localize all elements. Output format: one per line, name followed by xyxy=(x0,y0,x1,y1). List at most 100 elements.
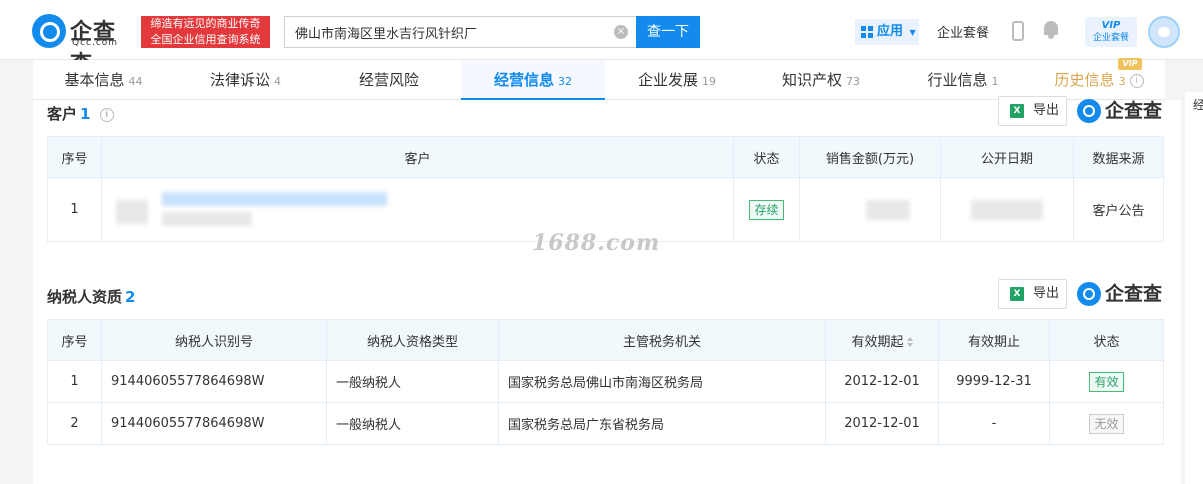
col-header: 纳税人识别号 xyxy=(101,319,327,361)
vip-tag: VIP xyxy=(1118,58,1142,70)
taxpayer-title: 纳税人资质 2 xyxy=(47,286,135,307)
search-button[interactable]: 查一下 xyxy=(636,16,700,48)
app-button-label: 应用 xyxy=(877,24,904,39)
search-input[interactable] xyxy=(285,17,605,47)
watermark: 1688.com xyxy=(532,230,661,256)
info-icon[interactable]: i xyxy=(99,107,114,122)
col-header: 有效期止 xyxy=(938,319,1050,361)
user-avatar[interactable] xyxy=(1148,16,1180,48)
tab-label: 行业信息 xyxy=(927,71,988,89)
tab-count: 4 xyxy=(274,75,281,88)
valid-from-cell: 2012-12-01 xyxy=(825,402,939,445)
tab-label: 企业发展 xyxy=(637,71,698,89)
tab-development[interactable]: 企业发展 19 xyxy=(605,60,749,100)
qcc-logo[interactable]: 企查查 Qcc.com xyxy=(32,14,136,77)
export-button[interactable]: X 导出 xyxy=(998,279,1067,309)
section-title-text: 客户 xyxy=(47,105,78,123)
tax-id-cell: 91440605577864698W xyxy=(101,360,327,403)
tab-business-info[interactable]: 经营信息 32 xyxy=(461,60,605,100)
valid-from-cell: 2012-12-01 xyxy=(825,360,939,403)
mobile-icon[interactable] xyxy=(1012,21,1024,41)
excel-icon: X xyxy=(1010,287,1024,301)
amount-cell xyxy=(799,177,941,242)
vip-badge-sub: 企业套餐 xyxy=(1092,33,1129,43)
table-header-row: 序号 客户 状态 销售金额(万元) 公开日期 数据来源 xyxy=(47,136,1164,178)
tab-count: 44 xyxy=(128,75,143,88)
tab-basic-info[interactable]: 基本信息 44 xyxy=(33,60,174,100)
col-header: 序号 xyxy=(47,136,102,178)
status-cell: 无效 xyxy=(1049,402,1164,445)
tab-count: 3 xyxy=(1118,75,1126,88)
qcc-brand: 企查查 xyxy=(1077,98,1165,124)
date-cell xyxy=(940,177,1074,242)
chevron-down-icon: ▼ xyxy=(909,28,916,37)
qcc-logo-icon xyxy=(1077,99,1101,123)
col-header: 销售金额(万元) xyxy=(799,136,941,178)
vip-badge-label: VIP xyxy=(1101,20,1121,31)
info-icon[interactable]: i xyxy=(1129,73,1144,88)
tab-ip[interactable]: 知识产权 73 xyxy=(749,60,893,100)
table-header-row: 序号 纳税人识别号 纳税人资格类型 主管税务机关 有效期起 有效期止 状态 xyxy=(47,319,1164,361)
export-button[interactable]: X 导出 xyxy=(998,96,1067,126)
taxpayer-table: 序号 纳税人识别号 纳税人资格类型 主管税务机关 有效期起 有效期止 状态 1 … xyxy=(47,319,1164,445)
row-index: 1 xyxy=(47,177,102,242)
tab-history[interactable]: 历史信息 3 i xyxy=(1033,60,1165,100)
tab-industry[interactable]: 行业信息 1 xyxy=(893,60,1033,100)
enterprise-suite-link[interactable]: 企业套餐 xyxy=(937,22,989,41)
sort-icon[interactable] xyxy=(906,337,913,347)
slogan-line-1: 缔造有远见的商业传奇 xyxy=(150,17,261,30)
status-cell: 有效 xyxy=(1049,360,1164,403)
section-title-text: 纳税人资质 xyxy=(47,288,123,306)
amount-redacted xyxy=(866,199,910,220)
status-badge: 无效 xyxy=(1089,413,1124,434)
export-label: 导出 xyxy=(1033,103,1060,118)
status-badge: 存续 xyxy=(749,199,784,220)
date-redacted xyxy=(971,199,1043,220)
app-menu-button[interactable]: 应用 ▼ xyxy=(855,19,919,45)
customer-tag-redacted xyxy=(162,212,252,226)
col-header-label: 有效期起 xyxy=(851,334,904,350)
apps-grid-icon xyxy=(861,26,873,38)
right-side-nav: 经 xyxy=(1185,92,1203,484)
tab-count: 1 xyxy=(991,75,999,88)
vip-suite-button[interactable]: VIP 企业套餐 xyxy=(1085,17,1137,47)
bell-icon[interactable] xyxy=(1043,21,1059,39)
col-header: 数据来源 xyxy=(1073,136,1164,178)
col-header: 客户 xyxy=(101,136,734,178)
tab-legal[interactable]: 法律诉讼 4 xyxy=(174,60,317,100)
source-cell: 客户公告 xyxy=(1073,177,1164,242)
clear-icon[interactable]: × xyxy=(614,25,628,39)
col-header: 公开日期 xyxy=(940,136,1074,178)
table-row: 2 91440605577864698W 一般纳税人 国家税务总局广东省税务局 … xyxy=(47,402,1164,445)
section-count: 1 xyxy=(80,105,91,123)
customers-title: 客户 1 i xyxy=(47,103,114,124)
brand-text: 企查查 xyxy=(1105,100,1163,122)
section-tabs: 基本信息 44 法律诉讼 4 经营风险 经营信息 32 企业发展 19 知识产权 73 行… xyxy=(33,60,1165,100)
logo-domain: Qcc.com xyxy=(72,38,119,48)
col-header: 状态 xyxy=(1049,319,1164,361)
status-cell: 存续 xyxy=(733,177,800,242)
table-row: 1 91440605577864698W 一般纳税人 国家税务总局佛山市南海区税… xyxy=(47,360,1164,403)
col-header: 序号 xyxy=(47,319,102,361)
tab-business-risk[interactable]: 经营风险 xyxy=(317,60,461,100)
customer-name-redacted[interactable] xyxy=(162,192,387,206)
customer-logo-redacted xyxy=(116,200,148,224)
search-box: × xyxy=(284,16,636,48)
tab-label: 基本信息 xyxy=(64,71,125,89)
tax-authority-cell: 国家税务总局佛山市南海区税务局 xyxy=(498,360,826,403)
col-header-sortable[interactable]: 有效期起 xyxy=(825,319,939,361)
tab-label: 经营风险 xyxy=(358,71,419,89)
export-label: 导出 xyxy=(1033,286,1060,301)
qcc-logo-icon xyxy=(32,14,66,48)
section-count: 2 xyxy=(125,288,136,306)
side-nav-char[interactable]: 经 xyxy=(1193,96,1203,113)
slogan-line-2: 全国企业信用查询系统 xyxy=(150,33,261,46)
qcc-logo-icon xyxy=(1077,282,1101,306)
tab-count: 73 xyxy=(846,75,860,88)
tax-authority-cell: 国家税务总局广东省税务局 xyxy=(498,402,826,445)
col-header: 主管税务机关 xyxy=(498,319,826,361)
tab-label: 法律诉讼 xyxy=(209,71,270,89)
tab-label: 历史信息 xyxy=(1054,71,1115,89)
brand-text: 企查查 xyxy=(1105,283,1163,305)
taxpayer-type-cell: 一般纳税人 xyxy=(326,402,499,445)
